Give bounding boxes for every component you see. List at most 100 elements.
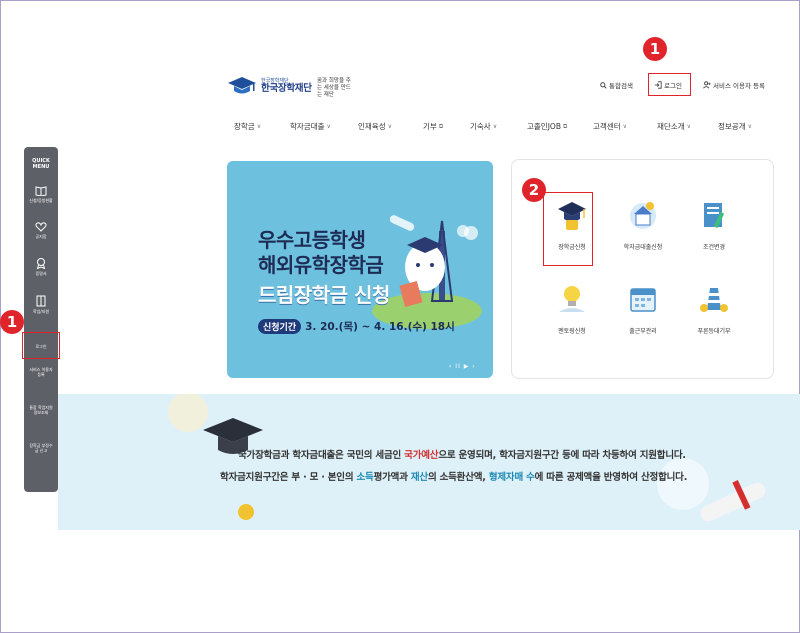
- quick-menu-item-study[interactable]: 학업/지원: [24, 295, 58, 314]
- book-icon: [35, 186, 47, 196]
- service-label: 멘토링신청: [558, 328, 586, 335]
- info-text: 국가장학금과 학자금대출은 국민의 세금인: [238, 450, 405, 461]
- nav-item-disclosure[interactable]: 정보공개 ∨: [718, 121, 752, 132]
- quick-menu-item-study-info[interactable]: 통합 학업지원 정보조회: [24, 405, 58, 415]
- nav-label: 장학금: [234, 122, 255, 131]
- info-decoration: [168, 394, 766, 522]
- nav-item-customer-center[interactable]: 고객센터 ∨: [593, 121, 627, 132]
- webpage: 한국장학재단 한국장학재단 꿈과 희망을 주는 세상을 만드는 재단 통합검색 …: [0, 0, 800, 633]
- step-badge-1-left: 1: [0, 310, 24, 334]
- site-logo[interactable]: 한국장학재단 한국장학재단: [227, 76, 312, 96]
- banner-period-label: 신청기간: [258, 319, 302, 334]
- nav-label: 기숙사: [470, 122, 491, 131]
- quick-menu-item-fraud-report[interactable]: 장학금 부정수급 신고: [24, 443, 58, 453]
- search-icon: [600, 81, 607, 89]
- nav-item-scholarship[interactable]: 장학금 ∨: [234, 121, 261, 132]
- info-highlight-siblings: 형제자매 수: [488, 472, 535, 483]
- register-link[interactable]: 서비스 이용자 등록: [703, 80, 765, 90]
- info-highlight-income: 소득: [356, 472, 374, 483]
- step-badge-2: 2: [522, 178, 546, 202]
- quick-menu-title: QUICK MENU: [32, 158, 50, 170]
- info-banner: 국가장학금과 학자금대출은 국민의 세금인 국가예산으로 운영되며, 학자금지원…: [58, 394, 800, 530]
- quick-menu-item-register[interactable]: 서비스 이용자 등록: [24, 367, 58, 377]
- banner-period: 신청기간 3. 20.(목) ~ 4. 16.(수) 18시: [258, 319, 455, 334]
- nav-label: 고객센터: [593, 122, 621, 131]
- building-icon: [36, 295, 46, 307]
- nav-item-job[interactable]: 고졸인JOB ⧉: [527, 121, 567, 132]
- nav-item-talent[interactable]: 인재육성 ∨: [358, 121, 392, 132]
- service-attendance[interactable]: 출근부관리: [613, 282, 673, 335]
- graduation-cap-logo-icon: [227, 76, 257, 96]
- chevron-down-icon: ∨: [747, 123, 753, 130]
- info-line-1: 국가장학금과 학자금대출은 국민의 세금인 국가예산으로 운영되며, 학자금지원…: [238, 447, 686, 461]
- nav-label: 재단소개: [657, 122, 685, 131]
- highlight-box-scholarship-apply: [543, 192, 593, 266]
- calendar-icon: [626, 282, 660, 316]
- quick-menu-label: 학업/지원: [32, 309, 50, 314]
- banner-period-value: 3. 20.(목) ~ 4. 16.(수) 18시: [305, 321, 455, 333]
- nav-item-donation[interactable]: 기부 ⧉: [423, 121, 443, 132]
- info-highlight-budget: 국가예산: [404, 450, 439, 461]
- nav-item-loan[interactable]: 학자금대출 ∨: [290, 121, 331, 132]
- lighthouse-icon: [697, 282, 731, 316]
- highlight-box-quick-login: [22, 332, 60, 359]
- quick-menu-item-notice[interactable]: 공지함: [24, 222, 58, 239]
- search-label: 통합검색: [609, 82, 633, 90]
- info-text: 학자금지원구간은 부 · 모 · 본인의: [220, 472, 357, 483]
- external-link-icon: ⧉: [438, 122, 444, 130]
- nav-item-dormitory[interactable]: 기숙사 ∨: [470, 121, 497, 132]
- quick-menu-label: 서비스 이용자 등록: [29, 367, 53, 377]
- service-label: 학자금대출신청: [623, 244, 663, 251]
- step-badge-1-top: 1: [643, 37, 667, 61]
- chevron-down-icon: ∨: [622, 123, 628, 130]
- info-text: 평가액과: [373, 472, 411, 483]
- logo-main-text: 한국장학재단: [261, 82, 312, 94]
- chevron-down-icon: ∨: [326, 123, 331, 130]
- quick-menu-item-certificate[interactable]: 증명서: [24, 257, 58, 276]
- quick-menu-label: 증명서: [35, 271, 47, 276]
- chevron-down-icon: ∨: [492, 123, 498, 130]
- banner-title-line2: 해외유학장학금: [258, 253, 384, 277]
- chevron-down-icon: ∨: [387, 123, 393, 130]
- service-blue-lighthouse-donation[interactable]: 푸른등대기부: [684, 282, 744, 335]
- nav-label: 정보공개: [718, 122, 746, 131]
- external-link-icon: ⧉: [562, 122, 568, 130]
- highlight-box-login: [648, 73, 691, 96]
- register-label: 서비스 이용자 등록: [713, 82, 765, 90]
- info-text: 의 소득환산액,: [427, 472, 489, 483]
- search-link[interactable]: 통합검색: [600, 80, 633, 90]
- info-line-2: 학자금지원구간은 부 · 모 · 본인의 소득평가액과 재산의 소득환산액, 형…: [220, 469, 687, 483]
- chevron-down-icon: ∨: [256, 123, 262, 130]
- service-loan-apply[interactable]: 학자금대출신청: [613, 198, 673, 251]
- banner-title-line3: 드림장학금 신청: [258, 283, 390, 307]
- nav-label: 고졸인JOB: [527, 122, 561, 131]
- service-mentoring-apply[interactable]: 멘토링신청: [542, 282, 602, 335]
- service-condition-change[interactable]: 조건변경: [684, 198, 744, 251]
- user-add-icon: [703, 81, 711, 89]
- badge-icon: [36, 258, 46, 269]
- logo-slogan: 꿈과 희망을 주는 세상을 만드는 재단: [317, 78, 351, 98]
- quick-menu-label: 장학금 부정수급 신고: [29, 443, 53, 453]
- info-text: 에 따른 공제액을 반영하여 산정합니다.: [534, 472, 688, 483]
- heart-icon: [35, 222, 47, 232]
- document-edit-icon: [697, 198, 731, 232]
- banner-slider-controls[interactable]: ‹ II ▶ ›: [449, 363, 476, 370]
- service-label: 푸른등대기부: [697, 328, 731, 335]
- nav-label: 학자금대출: [290, 122, 325, 131]
- lightbulb-icon: [555, 282, 589, 316]
- money-house-icon: [626, 198, 660, 232]
- quick-menu-label: 통합 학업지원 정보조회: [29, 405, 53, 415]
- service-label: 조건변경: [702, 244, 726, 251]
- quick-menu-label: 신청/증빙현황: [29, 198, 53, 203]
- chevron-down-icon: ∨: [686, 123, 692, 130]
- promo-banner[interactable]: 우수고등학생 해외유학장학금 드림장학금 신청 신청기간 3. 20.(목) ~…: [227, 161, 493, 378]
- nav-label: 기부: [423, 122, 437, 131]
- info-highlight-property: 재산: [410, 472, 428, 483]
- info-text: 으로 운영되며, 학자금지원구간 등에 따라 차등하여 지원합니다.: [438, 450, 686, 461]
- quick-menu-label: 공지함: [35, 234, 47, 239]
- nav-item-about[interactable]: 재단소개 ∨: [657, 121, 691, 132]
- nav-label: 인재육성: [358, 122, 386, 131]
- service-label: 출근부관리: [629, 328, 657, 335]
- quick-menu-item-status[interactable]: 신청/증빙현황: [24, 186, 58, 203]
- quick-menu: QUICK MENU 신청/증빙현황 공지함 증명서 학업/지원 로그인 서비스…: [24, 147, 58, 492]
